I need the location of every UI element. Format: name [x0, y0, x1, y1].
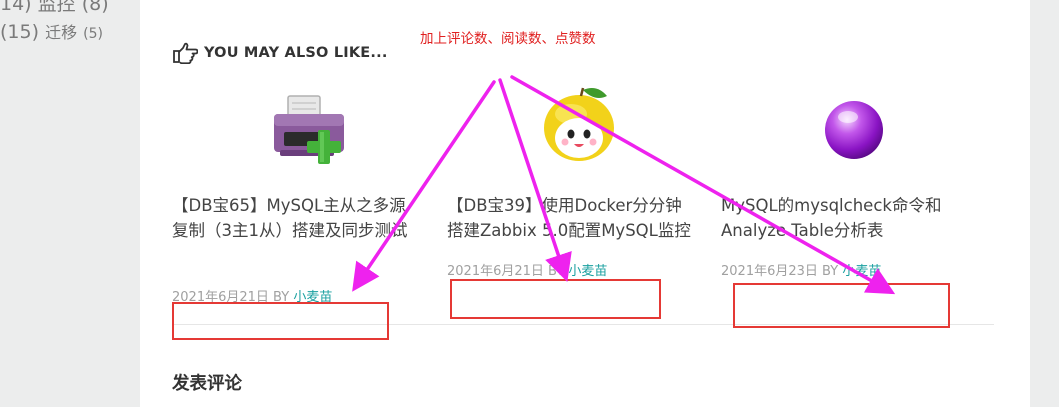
hand-pointing-right-icon	[172, 42, 198, 64]
comment-form-heading: 发表评论	[172, 374, 242, 394]
printer-add-icon[interactable]	[270, 92, 350, 172]
post-by: BY	[822, 264, 839, 279]
annotation-box	[172, 302, 389, 340]
apple-face-icon[interactable]	[541, 84, 621, 164]
purple-orb-icon[interactable]	[814, 90, 894, 170]
tag-row-migration[interactable]: (15) 迁移 (5)	[0, 18, 138, 48]
related-post-title[interactable]: 【DB宝65】MySQL主从之多源复制（3主1从）搭建及同步测试	[172, 193, 422, 243]
tag-count: (8)	[81, 0, 109, 15]
tag-cloud: 14) 监控 (8) (15) 迁移 (5)	[0, 0, 138, 48]
related-post-title[interactable]: MySQL的mysqlcheck命令和Analyze Table分析表	[721, 193, 971, 243]
tag-count: (5)	[83, 26, 103, 42]
annotation-box	[450, 279, 661, 319]
related-posts-heading: YOU MAY ALSO LIKE...	[172, 40, 388, 66]
related-post-title[interactable]: 【DB宝39】使用Docker分分钟搭建Zabbix 5.0配置MySQL监控	[447, 193, 697, 243]
tag-row-monitoring[interactable]: 14) 监控 (8)	[0, 0, 138, 18]
annotation-box	[733, 283, 950, 328]
related-post-meta: 2021年6月21日 BY 小麦苗	[447, 260, 607, 279]
post-author-link[interactable]: 小麦苗	[568, 264, 607, 279]
post-by: BY	[548, 264, 565, 279]
annotation-note: 加上评论数、阅读数、点赞数	[420, 31, 596, 47]
tag-name[interactable]: 迁移	[45, 23, 77, 42]
post-author-link[interactable]: 小麦苗	[842, 264, 881, 279]
tag-prefix: (15)	[0, 21, 40, 43]
post-date: 2021年6月23日	[721, 264, 818, 279]
post-date: 2021年6月21日	[447, 264, 544, 279]
tag-name[interactable]: 14) 监控	[0, 0, 76, 15]
right-gutter	[1030, 0, 1059, 407]
related-posts-title: YOU MAY ALSO LIKE...	[204, 45, 388, 61]
related-post-meta: 2021年6月23日 BY 小麦苗	[721, 260, 881, 279]
